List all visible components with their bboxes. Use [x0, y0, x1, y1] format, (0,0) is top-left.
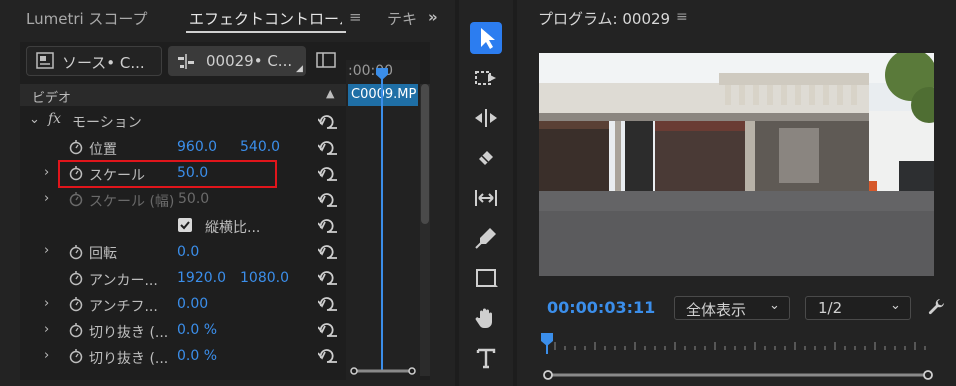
razor-icon [479, 151, 493, 165]
position-label: 位置 [89, 142, 117, 158]
panel-menu-icon[interactable]: ≡ [676, 9, 688, 25]
checkmark-icon [180, 221, 190, 230]
reset-icon[interactable] [318, 245, 340, 259]
stopwatch-icon[interactable] [68, 322, 84, 338]
crop-top-value[interactable]: 0.0 % [177, 348, 217, 364]
rectangle-icon [476, 269, 498, 287]
chevron-right-icon[interactable]: › [44, 243, 49, 258]
anchor-x-value[interactable]: 1920.0 [177, 270, 226, 286]
program-time-ruler[interactable] [541, 332, 936, 356]
motion-label: モーション [72, 115, 142, 131]
stopwatch-icon[interactable] [68, 348, 84, 364]
vertical-scrollbar-thumb[interactable] [421, 84, 429, 224]
reset-icon[interactable] [318, 323, 340, 337]
chevron-down-icon[interactable]: ⌄ [29, 112, 40, 127]
zoom-level-value: 全体表示 [686, 301, 747, 319]
selection-tool-icon [481, 28, 495, 49]
dropdown-corner-icon: ◢ [296, 64, 303, 74]
crop-top-label: 切り抜き (... [89, 351, 169, 367]
slip-tool-button[interactable] [470, 182, 502, 214]
reset-icon[interactable] [318, 193, 340, 207]
anti-flicker-label: アンチフ... [89, 299, 158, 315]
timeline-clip-label: C0009.MP [351, 87, 417, 102]
playback-resolution-select[interactable]: 1/2 ⌄ [805, 296, 911, 320]
anchor-y-value[interactable]: 1080.0 [240, 270, 289, 286]
reset-icon[interactable] [318, 219, 340, 233]
collapse-up-icon[interactable]: ▲ [326, 87, 334, 100]
tab-effect-controls[interactable]: エフェクトコントロール [189, 8, 342, 29]
resolution-value: 1/2 [818, 299, 843, 317]
rotation-value[interactable]: 0.0 [177, 244, 199, 260]
tab-text[interactable]: テキ [387, 8, 423, 29]
tab-lumetri-scopes[interactable]: Lumetri スコープ [26, 8, 148, 29]
playhead-line[interactable] [381, 72, 383, 372]
hand-tool-button[interactable] [470, 302, 502, 334]
anti-flicker-value[interactable]: 0.00 [177, 296, 208, 312]
scale-width-value: 50.0 [178, 191, 210, 207]
reset-icon[interactable] [318, 167, 340, 181]
reset-icon[interactable] [318, 115, 340, 129]
type-tool-button[interactable] [470, 342, 502, 374]
ripple-edit-icon [475, 109, 497, 127]
track-select-icon [475, 71, 496, 85]
scale-width-label: スケール (幅) [89, 194, 175, 210]
program-zoom-scrollbar[interactable] [543, 370, 933, 380]
pen-icon [475, 228, 496, 249]
reset-icon[interactable] [318, 297, 340, 311]
pen-tool-button[interactable] [470, 222, 502, 254]
timeline-zoom-scrollbar[interactable] [350, 367, 416, 375]
wrench-icon[interactable] [926, 297, 946, 317]
effect-timeline[interactable] [346, 60, 420, 380]
crop-left-value[interactable]: 0.0 % [177, 322, 217, 338]
chevron-right-icon[interactable]: › [44, 296, 49, 311]
uniform-scale-checkbox[interactable] [178, 218, 192, 232]
fx-badge: fx [48, 111, 62, 127]
stopwatch-icon[interactable] [68, 296, 84, 312]
slip-icon [475, 190, 497, 206]
position-y-value[interactable]: 540.0 [240, 139, 280, 155]
reset-icon[interactable] [318, 141, 340, 155]
chevron-double-right-icon[interactable]: » [428, 8, 438, 26]
stopwatch-icon[interactable] [68, 244, 84, 260]
hand-icon [475, 308, 492, 328]
source-clip-label: ソース• C... [62, 54, 145, 72]
chevron-down-icon: ⌄ [769, 298, 780, 313]
active-tab-indicator [186, 31, 346, 33]
selection-tool-button[interactable] [470, 22, 502, 54]
zoom-level-select[interactable]: 全体表示 ⌄ [674, 296, 790, 320]
tab-menu-icon[interactable]: ≡ [349, 8, 362, 26]
program-timecode[interactable]: 00:00:03:11 [547, 298, 655, 317]
track-select-tool-button[interactable] [470, 62, 502, 94]
source-icon [36, 52, 54, 69]
program-video-frame[interactable] [539, 53, 934, 276]
sequence-icon [178, 54, 194, 69]
video-frame-image [539, 53, 934, 276]
position-x-value[interactable]: 960.0 [177, 139, 217, 155]
type-icon [476, 348, 496, 369]
video-section-label: ビデオ [32, 91, 72, 106]
chevron-right-icon[interactable]: › [44, 165, 49, 180]
sequence-clip-label: 00029• C... [206, 52, 293, 70]
chevron-right-icon[interactable]: › [44, 322, 49, 337]
chevron-right-icon[interactable]: › [44, 348, 49, 363]
anchor-label: アンカー... [89, 273, 158, 289]
stopwatch-icon[interactable] [68, 270, 84, 286]
stopwatch-icon [69, 192, 83, 207]
crop-left-label: 切り抜き (... [89, 325, 169, 341]
razor-tool-button[interactable] [470, 142, 502, 174]
reset-icon[interactable] [318, 271, 340, 285]
program-monitor-title: プログラム: 00029 [538, 10, 671, 28]
rotation-label: 回転 [89, 246, 117, 262]
scale-highlight-box [58, 160, 277, 188]
uniform-scale-label: 縦横比... [205, 220, 261, 236]
rectangle-tool-button[interactable] [470, 262, 502, 294]
chevron-down-icon: ⌄ [890, 298, 901, 313]
reset-icon[interactable] [318, 349, 340, 363]
chevron-right-icon[interactable]: › [44, 191, 49, 206]
ripple-edit-tool-button[interactable] [470, 102, 502, 134]
panel-toggle-icon[interactable] [316, 52, 336, 68]
stopwatch-icon[interactable] [68, 139, 84, 155]
